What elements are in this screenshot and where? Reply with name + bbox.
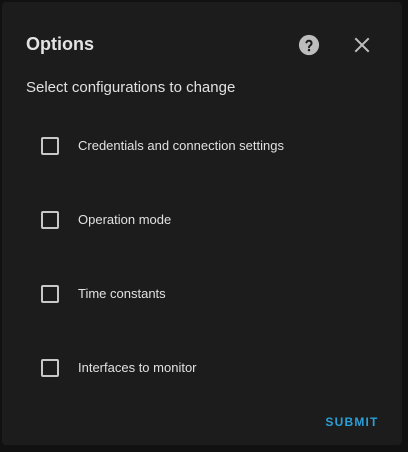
checkbox[interactable]: [41, 359, 59, 377]
option-operation-mode[interactable]: Operation mode: [32, 200, 372, 240]
close-icon: [354, 37, 370, 53]
option-label: Operation mode: [78, 212, 172, 227]
option-interfaces[interactable]: Interfaces to monitor: [32, 348, 372, 388]
dialog-subtitle: Select configurations to change: [26, 79, 236, 96]
help-circle-icon: [298, 34, 320, 56]
checkbox[interactable]: [41, 211, 59, 229]
help-button[interactable]: [298, 34, 320, 56]
option-time-constants[interactable]: Time constants: [32, 274, 372, 314]
option-label: Credentials and connection settings: [78, 138, 284, 153]
close-button[interactable]: [352, 35, 372, 55]
checkbox[interactable]: [41, 137, 59, 155]
option-label: Interfaces to monitor: [78, 360, 197, 375]
options-dialog: Options Select configurations to change …: [2, 2, 402, 445]
submit-button[interactable]: SUBMIT: [320, 408, 384, 436]
dialog-title: Options: [26, 34, 94, 54]
option-label: Time constants: [78, 286, 166, 301]
checkbox[interactable]: [41, 285, 59, 303]
option-credentials[interactable]: Credentials and connection settings: [32, 126, 372, 166]
